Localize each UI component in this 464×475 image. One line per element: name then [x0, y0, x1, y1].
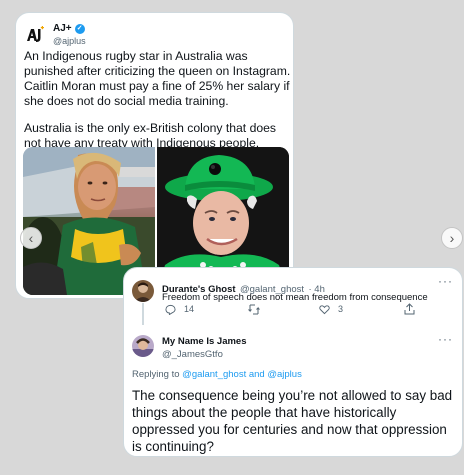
replying-to-link[interactable]: @galant_ghost and @ajplus	[182, 369, 302, 380]
reply-card[interactable]: Durante's Ghost @galant_ghost · 4h Freed…	[123, 267, 463, 457]
retweet-button[interactable]	[248, 304, 260, 315]
reply2-text: The consequence being you’re not allowed…	[132, 388, 453, 454]
more-icon-2[interactable]: ···	[438, 332, 453, 346]
reply-icon	[165, 304, 176, 315]
avatar-galant-ghost[interactable]	[132, 280, 154, 302]
replying-prefix: Replying to	[132, 369, 180, 380]
tweet-header: AJ+ ✓ @ajplus	[24, 21, 86, 49]
aj-logo[interactable]	[24, 24, 46, 46]
replying-to: Replying to @galant_ghost and @ajplus	[132, 369, 302, 380]
tweet-body: An Indigenous rugby star in Australia wa…	[24, 49, 292, 163]
tweet-paragraph-1: An Indigenous rugby star in Australia wa…	[24, 49, 291, 108]
reply-text: Freedom of speech does not mean freedom …	[162, 292, 428, 303]
share-button[interactable]	[404, 303, 415, 315]
tweet-card-ajplus[interactable]: AJ+ ✓ @ajplus An Indigenous rugby star i…	[15, 12, 294, 299]
share-icon	[404, 303, 415, 315]
thread-connector	[142, 303, 144, 325]
reply-button[interactable]: 14	[165, 304, 194, 315]
reply2-header: My Name Is James @_JamesGtfo	[162, 336, 247, 360]
like-button[interactable]: 3	[319, 304, 343, 315]
avatar-jamesgtfo[interactable]	[132, 335, 154, 357]
reply-count: 14	[184, 304, 195, 314]
verified-badge-icon: ✓	[74, 24, 85, 34]
like-count: 3	[338, 304, 344, 314]
chevron-right-icon[interactable]: ›	[441, 227, 463, 249]
chevron-left-icon[interactable]: ‹	[20, 227, 42, 249]
more-icon[interactable]: ···	[438, 274, 453, 288]
like-icon	[319, 304, 330, 314]
display-name-text: AJ+	[53, 23, 72, 34]
reply2-display-name[interactable]: My Name Is James	[162, 336, 247, 347]
handle[interactable]: @ajplus	[53, 35, 86, 47]
display-name[interactable]: AJ+ ✓	[53, 23, 86, 35]
retweet-icon	[248, 304, 260, 314]
reply2-handle[interactable]: @_JamesGtfo	[162, 349, 247, 360]
